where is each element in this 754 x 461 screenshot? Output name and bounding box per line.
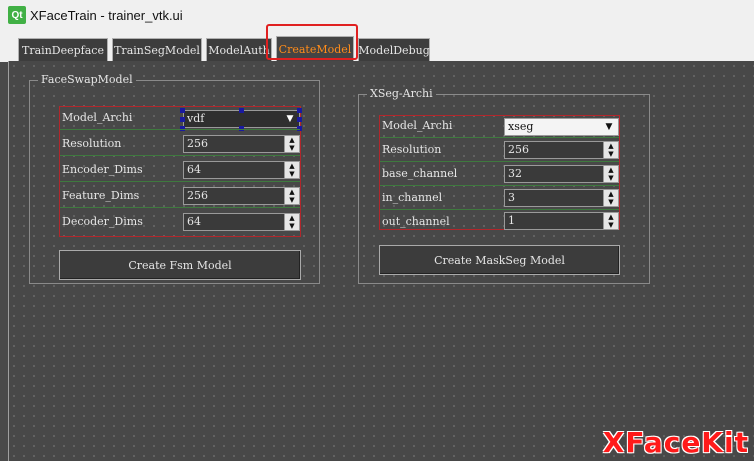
in-channel-value: 3 <box>508 191 515 204</box>
spin-buttons[interactable]: ▲ ▼ <box>284 136 299 152</box>
chevron-down-icon[interactable]: ▼ <box>602 120 616 134</box>
base-channel-value: 32 <box>508 167 522 180</box>
tab-bar: TrainDeepface TrainSegModel ModelAuth Cr… <box>0 30 754 62</box>
xseg-row-resolution: Resolution 256 ▲ ▼ <box>380 140 619 162</box>
spin-up-icon[interactable]: ▲ <box>285 214 299 222</box>
title-bar: Qt XFaceTrain - trainer_vtk.ui <box>0 0 754 30</box>
spin-down-icon[interactable]: ▼ <box>604 221 618 229</box>
out-channel-value: 1 <box>508 214 515 227</box>
faceswap-row-resolution: Resolution 256 ▲ ▼ <box>60 134 300 156</box>
spin-up-icon[interactable]: ▲ <box>285 136 299 144</box>
row-divider <box>380 137 619 138</box>
spin-buttons[interactable]: ▲ ▼ <box>603 166 618 182</box>
xseg-resolution-spinbox[interactable]: 256 ▲ ▼ <box>504 141 619 159</box>
spin-buttons[interactable]: ▲ ▼ <box>603 142 618 158</box>
xseg-form: Model_Archi xseg ▼ Resolution 256 ▲ ▼ bas… <box>379 115 620 230</box>
decoder-dims-value: 64 <box>187 215 201 228</box>
faceswap-group-title: FaceSwapModel <box>38 73 136 86</box>
in-channel-label: in_channel <box>382 191 443 204</box>
spin-up-icon[interactable]: ▲ <box>285 188 299 196</box>
tab-createmodel[interactable]: CreateModel <box>276 36 354 62</box>
encoder-dims-spinbox[interactable]: 64 ▲ ▼ <box>183 161 300 179</box>
qt-logo-icon: Qt <box>8 6 26 24</box>
xseg-groupbox: XSeg-Archi Model_Archi xseg ▼ Resolution… <box>358 87 650 284</box>
faceswap-row-feature-dims: Feature_Dims 256 ▲ ▼ <box>60 186 300 208</box>
model-archi-label: Model_Archi <box>62 111 133 124</box>
feature-dims-spinbox[interactable]: 256 ▲ ▼ <box>183 187 300 205</box>
selection-handle[interactable] <box>180 117 185 122</box>
spin-down-icon[interactable]: ▼ <box>285 222 299 230</box>
xseg-resolution-value: 256 <box>508 143 529 156</box>
row-divider <box>380 209 619 210</box>
faceswap-groupbox: FaceSwapModel Model_Archi vdf ▼ Resoluti… <box>29 73 320 284</box>
base-channel-label: base_channel <box>382 167 458 180</box>
spin-buttons[interactable]: ▲ ▼ <box>284 162 299 178</box>
in-channel-spinbox[interactable]: 3 ▲ ▼ <box>504 189 619 207</box>
window-title: XFaceTrain - trainer_vtk.ui <box>30 7 183 23</box>
resolution-value: 256 <box>187 137 208 150</box>
resolution-label: Resolution <box>62 137 122 150</box>
spin-up-icon[interactable]: ▲ <box>285 162 299 170</box>
tab-trainsegmodel[interactable]: TrainSegModel <box>112 38 202 62</box>
resolution-spinbox[interactable]: 256 ▲ ▼ <box>183 135 300 153</box>
tab-modeldebug[interactable]: ModelDebug <box>358 38 430 62</box>
feature-dims-value: 256 <box>187 189 208 202</box>
faceswap-row-decoder-dims: Decoder_Dims 64 ▲ ▼ <box>60 212 300 234</box>
xseg-model-archi-label: Model_Archi <box>382 119 453 132</box>
create-fsm-model-button[interactable]: Create Fsm Model <box>59 250 301 280</box>
spin-down-icon[interactable]: ▼ <box>285 196 299 204</box>
model-archi-value: vdf <box>187 112 205 125</box>
spin-down-icon[interactable]: ▼ <box>285 170 299 178</box>
spin-up-icon[interactable]: ▲ <box>604 190 618 198</box>
create-maskseg-model-button[interactable]: Create MaskSeg Model <box>379 245 620 275</box>
xseg-row-model-archi: Model_Archi xseg ▼ <box>380 116 619 138</box>
spin-down-icon[interactable]: ▼ <box>604 150 618 158</box>
encoder-dims-label: Encoder_Dims <box>62 163 143 176</box>
spin-buttons[interactable]: ▲ ▼ <box>284 188 299 204</box>
row-divider <box>380 161 619 162</box>
row-divider <box>60 155 300 156</box>
row-divider <box>380 185 619 186</box>
out-channel-spinbox[interactable]: 1 ▲ ▼ <box>504 212 619 230</box>
tab-traindeepface[interactable]: TrainDeepface <box>18 38 108 62</box>
spin-up-icon[interactable]: ▲ <box>604 142 618 150</box>
xseg-resolution-label: Resolution <box>382 143 442 156</box>
spin-buttons[interactable]: ▲ ▼ <box>284 214 299 230</box>
spin-up-icon[interactable]: ▲ <box>604 166 618 174</box>
spin-up-icon[interactable]: ▲ <box>604 213 618 221</box>
faceswap-row-encoder-dims: Encoder_Dims 64 ▲ ▼ <box>60 160 300 182</box>
feature-dims-label: Feature_Dims <box>62 189 140 202</box>
xseg-row-base-channel: base_channel 32 ▲ ▼ <box>380 164 619 186</box>
selection-handle[interactable] <box>297 108 302 113</box>
xseg-row-out-channel: out_channel 1 ▲ ▼ <box>380 212 619 234</box>
spin-buttons[interactable]: ▲ ▼ <box>603 213 618 229</box>
spin-buttons[interactable]: ▲ ▼ <box>603 190 618 206</box>
row-divider <box>60 207 300 208</box>
selection-handle[interactable] <box>297 117 302 122</box>
chevron-down-icon[interactable]: ▼ <box>283 112 297 126</box>
decoder-dims-spinbox[interactable]: 64 ▲ ▼ <box>183 213 300 231</box>
spin-down-icon[interactable]: ▼ <box>604 198 618 206</box>
xseg-group-title: XSeg-Archi <box>367 87 436 100</box>
selection-handle[interactable] <box>239 108 244 113</box>
row-divider <box>60 181 300 182</box>
design-canvas: FaceSwapModel Model_Archi vdf ▼ Resoluti… <box>8 61 754 461</box>
xseg-row-in-channel: in_channel 3 ▲ ▼ <box>380 188 619 210</box>
xseg-model-archi-value: xseg <box>508 120 534 133</box>
selection-handle[interactable] <box>180 108 185 113</box>
faceswap-row-model-archi: Model_Archi vdf ▼ <box>60 108 302 131</box>
base-channel-spinbox[interactable]: 32 ▲ ▼ <box>504 165 619 183</box>
spin-down-icon[interactable]: ▼ <box>285 144 299 152</box>
decoder-dims-label: Decoder_Dims <box>62 215 143 228</box>
spin-down-icon[interactable]: ▼ <box>604 174 618 182</box>
out-channel-label: out_channel <box>382 215 450 228</box>
xfacekit-watermark: XFaceKit <box>602 426 749 459</box>
encoder-dims-value: 64 <box>187 163 201 176</box>
faceswap-form: Model_Archi vdf ▼ Resolution 256 ▲ ▼ Enc… <box>59 106 302 237</box>
xseg-model-archi-select[interactable]: xseg ▼ <box>504 118 619 136</box>
row-divider <box>60 129 300 130</box>
tab-modelauth[interactable]: ModelAuth <box>206 38 272 62</box>
